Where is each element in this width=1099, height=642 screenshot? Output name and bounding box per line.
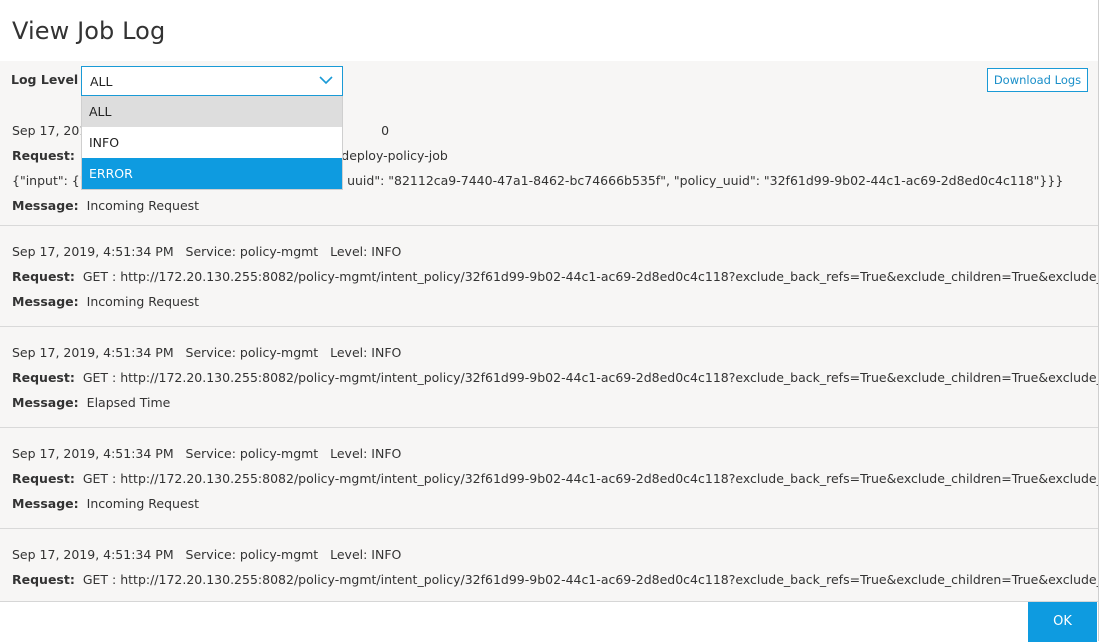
chevron-down-icon xyxy=(319,76,333,85)
log-entry: Sep 17, 2019, 4:51:34 PM Service: policy… xyxy=(0,428,1098,529)
log-entry: Sep 17, 2019, 4:51:34 PM Service: policy… xyxy=(0,327,1098,428)
log-entry-header: Sep 17, 2019, 4:51:34 PM Service: policy… xyxy=(12,547,402,562)
log-entry-header: Sep 17, 2019, 4:51:34 PM Service: policy… xyxy=(12,244,402,259)
dialog-header: View Job Log xyxy=(0,0,1098,62)
view-job-log-dialog: View Job Log Log Level ALL Download Logs… xyxy=(0,0,1099,642)
log-level-dropdown-menu: ALL INFO ERROR xyxy=(81,96,343,190)
dialog-footer: OK xyxy=(0,601,1098,642)
ok-button[interactable]: OK xyxy=(1028,602,1097,642)
log-level-select[interactable]: ALL xyxy=(81,66,343,96)
log-entry-request: Request: GET : http://172.20.130.255:8082… xyxy=(12,370,1098,385)
download-logs-button[interactable]: Download Logs xyxy=(987,68,1088,92)
log-level-label: Log Level xyxy=(11,72,79,87)
log-entry-request: Request: GET : http://172.20.130.255:8082… xyxy=(12,572,1098,587)
log-level-option-info[interactable]: INFO xyxy=(82,127,342,158)
log-entry: Sep 17, 2019, 4:51:34 PM Service: policy… xyxy=(0,529,1098,601)
log-level-option-all[interactable]: ALL xyxy=(82,96,342,127)
log-entry-message: Message: Incoming Request xyxy=(12,198,200,213)
log-entry-request: Request: GET : http://172.20.130.255:8082… xyxy=(12,471,1098,486)
log-level-option-error[interactable]: ERROR xyxy=(82,158,342,189)
log-entry-request: Request: GET : http://172.20.130.255:8082… xyxy=(12,269,1098,284)
log-entry-header: Sep 17, 2019, 4:51:34 PM Service: policy… xyxy=(12,446,402,461)
dialog-title: View Job Log xyxy=(12,17,166,45)
log-entry-message: Message: Incoming Request xyxy=(12,294,200,309)
log-entry-header: Sep 17, 2019, 4:51:34 PM Service: policy… xyxy=(12,345,402,360)
log-level-selected-value: ALL xyxy=(90,74,113,89)
log-entry-message: Message: Elapsed Time xyxy=(12,395,171,410)
log-entry-message: Message: Incoming Request xyxy=(12,496,200,511)
log-entry: Sep 17, 2019, 4:51:34 PM Service: policy… xyxy=(0,226,1098,327)
